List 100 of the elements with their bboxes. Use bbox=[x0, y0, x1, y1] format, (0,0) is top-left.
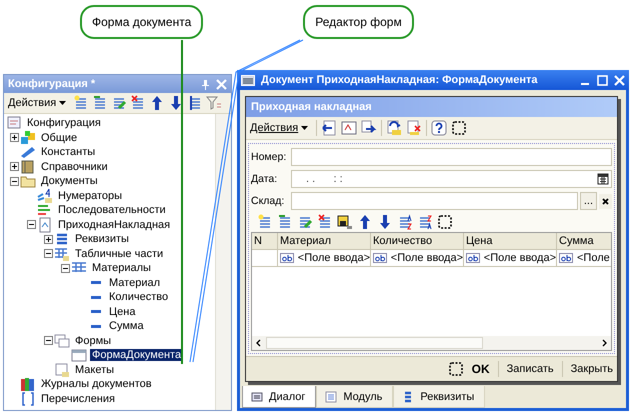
text-field-icon bbox=[559, 253, 573, 263]
layout-icon bbox=[54, 362, 70, 378]
sort-descending-icon[interactable] bbox=[417, 214, 433, 230]
tree-item[interactable]: Документы bbox=[39, 175, 100, 188]
tree-item[interactable]: Макеты bbox=[73, 364, 116, 376]
unpost-icon[interactable] bbox=[406, 120, 422, 136]
tree-item[interactable]: Сумма bbox=[107, 320, 146, 332]
delete-row-icon[interactable] bbox=[317, 214, 333, 230]
help-icon[interactable] bbox=[431, 120, 448, 136]
horizontal-scrollbar[interactable] bbox=[252, 336, 611, 350]
dash-icon bbox=[91, 281, 101, 284]
tree-item[interactable]: Реквизиты bbox=[73, 233, 131, 246]
add-row-icon[interactable] bbox=[257, 214, 273, 230]
vertical-scrollbar[interactable] bbox=[215, 114, 231, 410]
tree-item[interactable]: Нумераторы bbox=[56, 190, 124, 202]
dotted-frame-icon[interactable] bbox=[448, 361, 464, 377]
tree-item[interactable]: Материалы bbox=[90, 262, 153, 274]
collapse-icon[interactable] bbox=[44, 249, 53, 258]
up-arrow-icon[interactable] bbox=[357, 214, 373, 230]
post-icon[interactable] bbox=[386, 120, 402, 136]
collapse-icon[interactable] bbox=[10, 176, 19, 186]
tree-item[interactable]: Табличные части bbox=[73, 248, 166, 260]
forms-icon bbox=[54, 332, 70, 349]
down-arrow-icon[interactable] bbox=[377, 214, 393, 230]
tree-item[interactable]: Перечисления bbox=[39, 392, 117, 405]
form-header: Приходная накладная bbox=[246, 97, 617, 117]
panel-title: Конфигурация * bbox=[8, 78, 96, 90]
actions-menu-button[interactable]: Действия bbox=[7, 97, 70, 109]
blocks-icon bbox=[20, 130, 36, 146]
ok-button[interactable]: OK bbox=[470, 362, 492, 376]
numerator-icon bbox=[37, 188, 53, 204]
brackets-icon bbox=[20, 390, 36, 407]
actions-menu-button[interactable]: Действия bbox=[249, 122, 312, 134]
expand-icon[interactable] bbox=[10, 133, 19, 142]
pin-icon[interactable] bbox=[201, 78, 210, 90]
text-field-icon bbox=[280, 253, 294, 263]
tree-item[interactable]: ФормаДокумента bbox=[90, 349, 184, 362]
tab[interactable]: Диалог bbox=[242, 386, 316, 408]
tree-item[interactable]: Справочники bbox=[39, 160, 110, 173]
table-icon bbox=[54, 246, 70, 262]
tree-item[interactable]: Цена bbox=[107, 306, 138, 318]
dash-icon bbox=[91, 310, 101, 314]
collapse-icon[interactable] bbox=[61, 264, 70, 273]
column-header[interactable]: Материал bbox=[278, 233, 371, 249]
column-header[interactable]: Цена bbox=[464, 233, 557, 249]
tree-item[interactable]: Формы bbox=[73, 334, 114, 347]
window-title: Документ ПриходнаяНакладная: ФормаДокумента bbox=[261, 74, 538, 86]
text-field-icon bbox=[466, 253, 480, 263]
form-button[interactable]: Закрыть bbox=[568, 363, 615, 375]
table-cell: <Поле ввода> bbox=[298, 252, 370, 264]
callout-bubble: Редактор форм bbox=[303, 5, 414, 39]
module-icon bbox=[325, 390, 338, 402]
maximize-icon[interactable] bbox=[597, 74, 608, 86]
scroll-thumb[interactable] bbox=[266, 337, 483, 349]
table-cell: <Поле ввода> bbox=[390, 252, 463, 264]
sort-ascending-icon[interactable] bbox=[397, 214, 413, 230]
document-icon bbox=[37, 216, 53, 233]
column-header[interactable]: N bbox=[252, 233, 278, 249]
tree-item[interactable]: Последовательности bbox=[56, 204, 168, 216]
tree-item[interactable]: Журналы документов bbox=[39, 378, 154, 390]
tab[interactable]: Модуль bbox=[316, 386, 394, 408]
column-header[interactable]: Количество bbox=[371, 233, 464, 249]
table-cell: <Поле bbox=[577, 252, 610, 264]
expand-icon[interactable] bbox=[10, 162, 19, 172]
close-icon[interactable] bbox=[216, 78, 227, 90]
tree-item[interactable]: Материал bbox=[107, 276, 162, 289]
form-icon bbox=[241, 74, 255, 86]
collapse-icon[interactable] bbox=[44, 336, 53, 346]
tree-item[interactable]: Общие bbox=[39, 132, 80, 144]
field-label: Склад: bbox=[251, 195, 286, 207]
books-icon bbox=[20, 376, 36, 392]
tree-item[interactable]: Константы bbox=[39, 146, 98, 158]
expand-icon[interactable] bbox=[44, 234, 53, 244]
calendar-icon[interactable] bbox=[597, 173, 609, 185]
dotted-frame-icon[interactable] bbox=[437, 214, 453, 230]
caret-icon bbox=[301, 126, 308, 130]
tree-item[interactable]: Конфигурация bbox=[25, 117, 103, 130]
clear-icon[interactable] bbox=[599, 194, 612, 208]
dotted-frame-icon[interactable] bbox=[451, 120, 468, 136]
column-header[interactable]: Сумма bbox=[557, 233, 611, 249]
close-icon[interactable] bbox=[614, 74, 625, 86]
callout-bubble: Форма документа bbox=[80, 5, 204, 39]
select-button[interactable]: ... bbox=[580, 192, 597, 210]
dash-icon bbox=[91, 324, 101, 328]
document-icon[interactable] bbox=[341, 120, 358, 136]
form-button[interactable]: Записать bbox=[504, 363, 556, 375]
pencil-icon bbox=[20, 144, 36, 160]
input-field[interactable]: . . : : bbox=[291, 170, 612, 188]
input-field[interactable] bbox=[291, 192, 578, 210]
input-field[interactable] bbox=[291, 148, 612, 166]
field-label: Дата: bbox=[251, 173, 278, 185]
tree-item[interactable]: ПриходнаяНакладная bbox=[56, 218, 172, 231]
collapse-icon[interactable] bbox=[27, 220, 36, 230]
tree-item[interactable]: Количество bbox=[107, 291, 170, 304]
copy-row-icon[interactable] bbox=[277, 214, 293, 230]
form-icon bbox=[71, 347, 87, 364]
book-icon bbox=[20, 158, 36, 175]
save-icon[interactable] bbox=[337, 214, 353, 230]
form-icon bbox=[251, 390, 263, 402]
tab[interactable]: Реквизиты bbox=[393, 386, 486, 408]
